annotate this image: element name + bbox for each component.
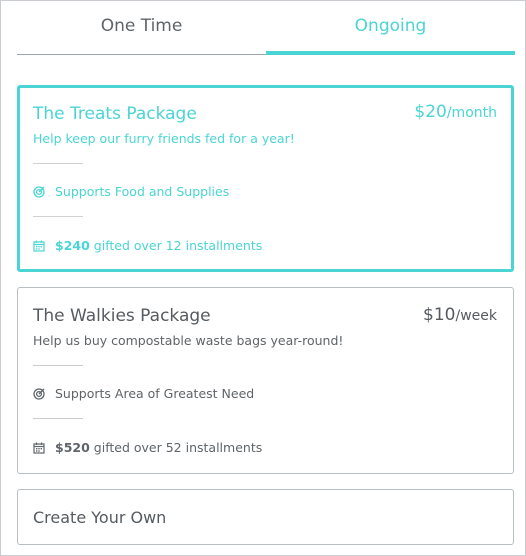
calendar-icon [33,442,45,454]
donation-panel: One Time Ongoing The Treats Package $20/… [0,0,526,556]
package-description: Help us buy compostable waste bags year-… [33,333,344,348]
create-your-own-label: Create Your Own [33,508,167,527]
supports-label: Supports Area of Greatest Need [55,386,255,401]
package-description: Help keep our furry friends fed for a ye… [33,131,295,146]
divider [33,365,83,366]
tab-one-time[interactable]: One Time [17,1,266,55]
package-price: $10/week [423,305,497,325]
package-card-walkies[interactable]: The Walkies Package $10/week Help us buy… [17,287,514,474]
supports-label: Supports Food and Supplies [55,184,230,199]
gift-amount: $240 [55,238,90,253]
supports-row: Supports Food and Supplies [33,184,229,199]
installments-row: $240 gifted over 12 installments [33,238,262,253]
package-price: $20/month [414,102,497,122]
divider [33,216,83,217]
package-title: The Treats Package [33,104,197,124]
gift-amount: $520 [55,440,90,455]
divider [33,163,83,164]
target-icon [33,387,45,400]
tab-ongoing[interactable]: Ongoing [266,1,515,55]
supports-row: Supports Area of Greatest Need [33,386,254,401]
frequency-tabs: One Time Ongoing [17,1,515,55]
package-title: The Walkies Package [33,306,211,326]
calendar-icon [33,240,45,252]
price-amount: $10 [423,305,456,325]
installments-row: $520 gifted over 52 installments [33,440,262,455]
divider [33,418,83,419]
price-unit: /month [446,105,497,121]
target-icon [33,185,45,198]
price-unit: /week [455,308,497,324]
package-card-treats[interactable]: The Treats Package $20/month Help keep o… [17,85,514,272]
create-your-own-button[interactable]: Create Your Own [17,489,514,545]
price-amount: $20 [414,102,447,122]
gift-text: gifted over 52 installments [93,440,263,455]
gift-text: gifted over 12 installments [93,238,263,253]
